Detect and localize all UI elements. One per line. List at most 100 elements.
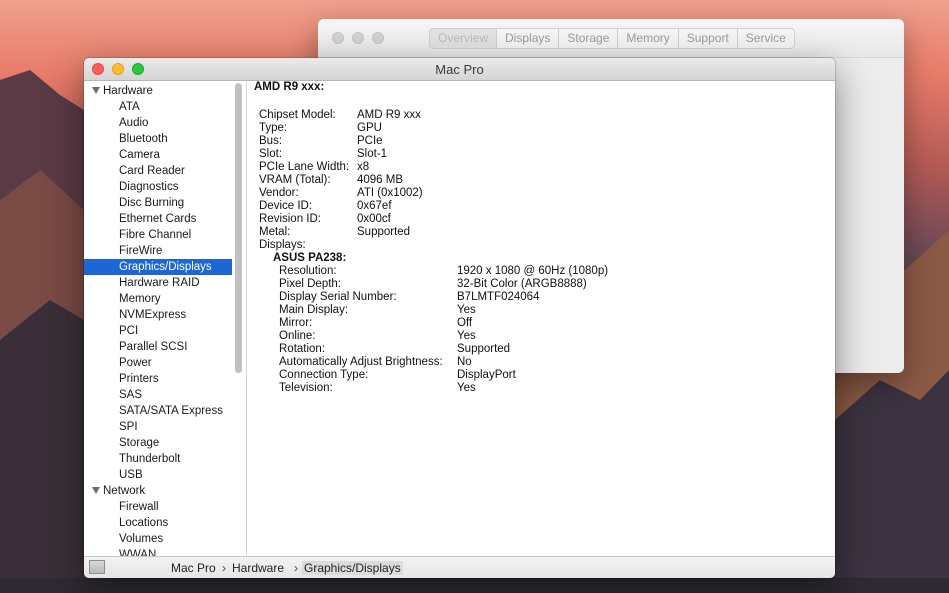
field-value: 0x67ef: [357, 200, 392, 212]
field-label: Type:: [259, 122, 288, 134]
display-name: ASUS PA238:: [273, 252, 347, 264]
sidebar-item-camera[interactable]: Camera: [84, 147, 232, 163]
sidebar-group-label: Network: [103, 485, 146, 497]
disclosure-triangle-icon[interactable]: [92, 487, 100, 494]
sidebar-item-graphics-displays[interactable]: Graphics/Displays: [84, 259, 232, 275]
field-value: AMD R9 xxx: [357, 109, 421, 121]
field-value: ATI (0x1002): [357, 187, 423, 199]
sidebar-item-ata[interactable]: ATA: [84, 99, 232, 115]
field-label: Slot:: [259, 148, 283, 160]
display-field-label: Television:: [279, 382, 333, 394]
display-field-value: Off: [457, 317, 473, 329]
sidebar-item-ethernet-cards[interactable]: Ethernet Cards: [84, 211, 232, 227]
sidebar-group-hardware[interactable]: Hardware: [84, 83, 232, 99]
window-title: Mac Pro: [435, 62, 484, 77]
window-titlebar[interactable]: Mac Pro: [84, 58, 835, 81]
field-value: 4096 MB: [357, 174, 404, 186]
sidebar-item-usb[interactable]: USB: [84, 467, 232, 483]
breadcrumb-graphics-displays[interactable]: Graphics/Displays: [302, 561, 403, 575]
display-field-value: Yes: [457, 304, 476, 316]
tab-storage[interactable]: Storage: [559, 29, 619, 48]
display-field-label: Pixel Depth:: [279, 278, 342, 290]
field-label: Chipset Model:: [259, 109, 336, 121]
display-field-label: Resolution:: [279, 265, 337, 277]
sidebar-item-card-reader[interactable]: Card Reader: [84, 163, 232, 179]
tab-displays[interactable]: Displays: [497, 29, 560, 48]
field-value: 0x00cf: [357, 213, 391, 225]
system-information-window: Mac Pro Hardware ATA Audio Bluetooth Camera C…: [84, 58, 835, 578]
display-field-label: Main Display:: [279, 304, 349, 316]
field-value: PCIe: [357, 135, 383, 147]
sidebar-item-firewall[interactable]: Firewall: [84, 499, 232, 515]
device-header: AMD R9 xxx:: [254, 81, 325, 93]
sidebar-item-pci[interactable]: PCI: [84, 323, 232, 339]
tab-memory[interactable]: Memory: [618, 29, 679, 48]
display-field-value: No: [457, 356, 472, 368]
sidebar-scrollbar[interactable]: [235, 83, 242, 373]
tab-overview[interactable]: Overview: [430, 29, 498, 48]
disclosure-triangle-icon[interactable]: [92, 87, 100, 94]
display-field-label: Mirror:: [279, 317, 313, 329]
breadcrumb-separator: ›: [222, 561, 226, 575]
tab-support[interactable]: Support: [679, 29, 738, 48]
sidebar: Hardware ATA Audio Bluetooth Camera Card Read…: [84, 81, 232, 556]
field-label: Device ID:: [259, 200, 313, 212]
sidebar-item-audio[interactable]: Audio: [84, 115, 232, 131]
breadcrumb-hardware[interactable]: Hardware: [232, 561, 284, 575]
sidebar-group-label: Hardware: [103, 85, 153, 97]
field-label: PCIe Lane Width:: [259, 161, 350, 173]
sidebar-item-printers[interactable]: Printers: [84, 371, 232, 387]
sidebar-item-hardware-raid[interactable]: Hardware RAID: [84, 275, 232, 291]
field-value: GPU: [357, 122, 382, 134]
breadcrumb-separator: ›: [294, 561, 298, 575]
breadcrumb-mac-pro[interactable]: Mac Pro: [171, 561, 216, 575]
display-field-value: 32-Bit Color (ARGB8888): [457, 278, 587, 290]
inactive-zoom-button[interactable]: [372, 32, 384, 44]
field-label: Metal:: [259, 226, 291, 238]
sidebar-item-bluetooth[interactable]: Bluetooth: [84, 131, 232, 147]
tab-service[interactable]: Service: [738, 29, 794, 48]
field-label: Bus:: [259, 135, 283, 147]
display-field-value: 1920 x 1080 @ 60Hz (1080p): [457, 265, 609, 277]
sidebar-item-nvmexpress[interactable]: NVMExpress: [84, 307, 232, 323]
status-bar: Mac Pro › Hardware › Graphics/Displays: [84, 556, 835, 578]
display-field-value: Supported: [457, 343, 511, 355]
field-label: VRAM (Total):: [259, 174, 331, 186]
field-label: Vendor:: [259, 187, 299, 199]
sidebar-item-firewire[interactable]: FireWire: [84, 243, 232, 259]
sidebar-item-parallel-scsi[interactable]: Parallel SCSI: [84, 339, 232, 355]
sidebar-item-locations[interactable]: Locations: [84, 515, 232, 531]
sidebar-item-memory[interactable]: Memory: [84, 291, 232, 307]
display-field-value: Yes: [457, 382, 476, 394]
sidebar-item-thunderbolt[interactable]: Thunderbolt: [84, 451, 232, 467]
display-field-label: Rotation:: [279, 343, 326, 355]
sidebar-item-sata-sata-express[interactable]: SATA/SATA Express: [84, 403, 232, 419]
inactive-minimize-button[interactable]: [352, 32, 364, 44]
sidebar-item-disc-burning[interactable]: Disc Burning: [84, 195, 232, 211]
field-value: Supported: [357, 226, 411, 238]
sidebar-item-volumes[interactable]: Volumes: [84, 531, 232, 547]
inactive-close-button[interactable]: [332, 32, 344, 44]
display-field-label: Online:: [279, 330, 316, 342]
display-field-label: Automatically Adjust Brightness:: [279, 356, 443, 368]
segmented-tab-control: Overview Displays Storage Memory Support…: [429, 28, 795, 49]
background-titlebar: Overview Displays Storage Memory Support…: [318, 19, 904, 58]
computer-icon: [89, 560, 105, 574]
display-field-value: DisplayPort: [457, 369, 516, 381]
sidebar-group-network[interactable]: Network: [84, 483, 232, 499]
display-field-value: B7LMTF024064: [457, 291, 540, 303]
display-field-value: Yes: [457, 330, 476, 342]
field-value: Slot-1: [357, 148, 388, 160]
sidebar-item-fibre-channel[interactable]: Fibre Channel: [84, 227, 232, 243]
sidebar-item-power[interactable]: Power: [84, 355, 232, 371]
field-value: x8: [357, 161, 370, 173]
sidebar-item-storage[interactable]: Storage: [84, 435, 232, 451]
display-field-label: Connection Type:: [279, 369, 369, 381]
sidebar-item-wwan[interactable]: WWAN: [84, 547, 232, 556]
field-label: Revision ID:: [259, 213, 321, 225]
detail-pane: AMD R9 xxx: Chipset Model: AMD R9 xxx Type…: [247, 81, 835, 556]
display-field-label: Display Serial Number:: [279, 291, 397, 303]
sidebar-item-diagnostics[interactable]: Diagnostics: [84, 179, 232, 195]
sidebar-item-sas[interactable]: SAS: [84, 387, 232, 403]
sidebar-item-spi[interactable]: SPI: [84, 419, 232, 435]
